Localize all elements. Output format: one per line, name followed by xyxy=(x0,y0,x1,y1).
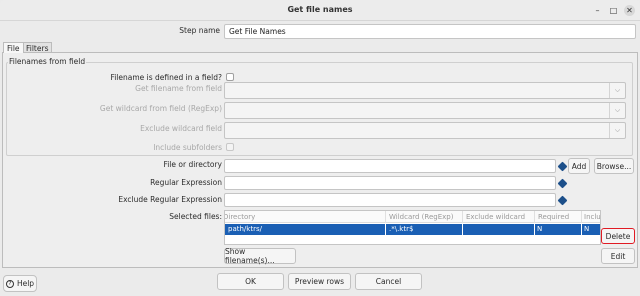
help-button[interactable]: ? Help xyxy=(3,275,37,292)
cell-required: N xyxy=(537,225,543,233)
step-name-label: Step name xyxy=(179,26,220,35)
include-subfolders-checkbox[interactable] xyxy=(226,143,234,151)
preview-rows-button[interactable]: Preview rows xyxy=(288,273,351,290)
selected-files-table[interactable]: Directory Wildcard (RegExp) Exclude wild… xyxy=(224,210,601,245)
get-wildcard-label: Get wildcard from field (RegExp) xyxy=(99,104,222,113)
get-filename-select[interactable]: ⌵ xyxy=(224,82,626,99)
window-title: Get file names xyxy=(287,5,353,14)
cell-include: N xyxy=(584,225,590,233)
tab-file-label: File xyxy=(7,44,20,53)
column-header-exclude[interactable]: Exclude wildcard xyxy=(466,213,525,221)
column-header-directory[interactable]: Directory xyxy=(225,213,255,221)
table-row[interactable]: path/ktrs/ .*\.ktr$ N N xyxy=(225,224,600,235)
help-label: Help xyxy=(16,279,35,288)
column-header-wildcard[interactable]: Wildcard (RegExp) xyxy=(389,213,453,221)
cell-directory: path/ktrs/ xyxy=(228,225,262,233)
add-button[interactable]: Add xyxy=(568,158,590,174)
step-name-value: Get File Names xyxy=(229,27,286,36)
include-subfolders-label: Include subfolders xyxy=(153,143,222,152)
delete-button[interactable]: Delete xyxy=(601,228,635,244)
exclude-wildcard-select[interactable]: ⌵ xyxy=(224,122,626,139)
file-or-directory-input[interactable] xyxy=(224,159,556,173)
minimize-icon[interactable]: – xyxy=(592,5,603,16)
get-wildcard-select[interactable]: ⌵ xyxy=(224,102,626,119)
regular-expression-input[interactable] xyxy=(224,176,556,190)
file-or-directory-label: File or directory xyxy=(163,160,222,169)
exclude-wildcard-label: Exclude wildcard field xyxy=(140,124,222,133)
column-header-include[interactable]: Inclu xyxy=(584,213,600,221)
chevron-down-icon: ⌵ xyxy=(609,123,625,138)
tab-file[interactable]: File xyxy=(3,42,24,53)
regular-expression-label: Regular Expression xyxy=(150,178,222,187)
column-header-required[interactable]: Required xyxy=(538,213,569,221)
exclude-regular-expression-input[interactable] xyxy=(224,193,556,207)
cancel-button[interactable]: Cancel xyxy=(355,273,422,290)
table-header: Directory Wildcard (RegExp) Exclude wild… xyxy=(225,211,600,223)
help-icon: ? xyxy=(5,279,14,288)
filename-in-field-checkbox[interactable] xyxy=(226,73,234,81)
selected-files-label: Selected files: xyxy=(169,212,222,221)
exclude-regular-expression-label: Exclude Regular Expression xyxy=(118,195,222,204)
close-icon[interactable]: ✕ xyxy=(624,5,635,16)
edit-button[interactable]: Edit xyxy=(601,248,635,264)
ok-button[interactable]: OK xyxy=(217,273,284,290)
cell-wildcard: .*\.ktr$ xyxy=(389,225,414,233)
chevron-down-icon: ⌵ xyxy=(609,83,625,98)
chevron-down-icon: ⌵ xyxy=(609,103,625,118)
show-filenames-button[interactable]: Show filename(s)... xyxy=(224,247,296,265)
title-bar: Get file names – □ ✕ xyxy=(0,0,640,21)
get-filename-label: Get filename from field xyxy=(135,84,222,93)
filenames-from-field-legend: Filenames from field xyxy=(8,57,87,66)
filename-in-field-label: Filename is defined in a field? xyxy=(110,73,222,82)
browse-button[interactable]: Browse... xyxy=(594,158,634,174)
maximize-icon[interactable]: □ xyxy=(608,5,619,16)
step-name-input[interactable]: Get File Names xyxy=(224,24,636,39)
